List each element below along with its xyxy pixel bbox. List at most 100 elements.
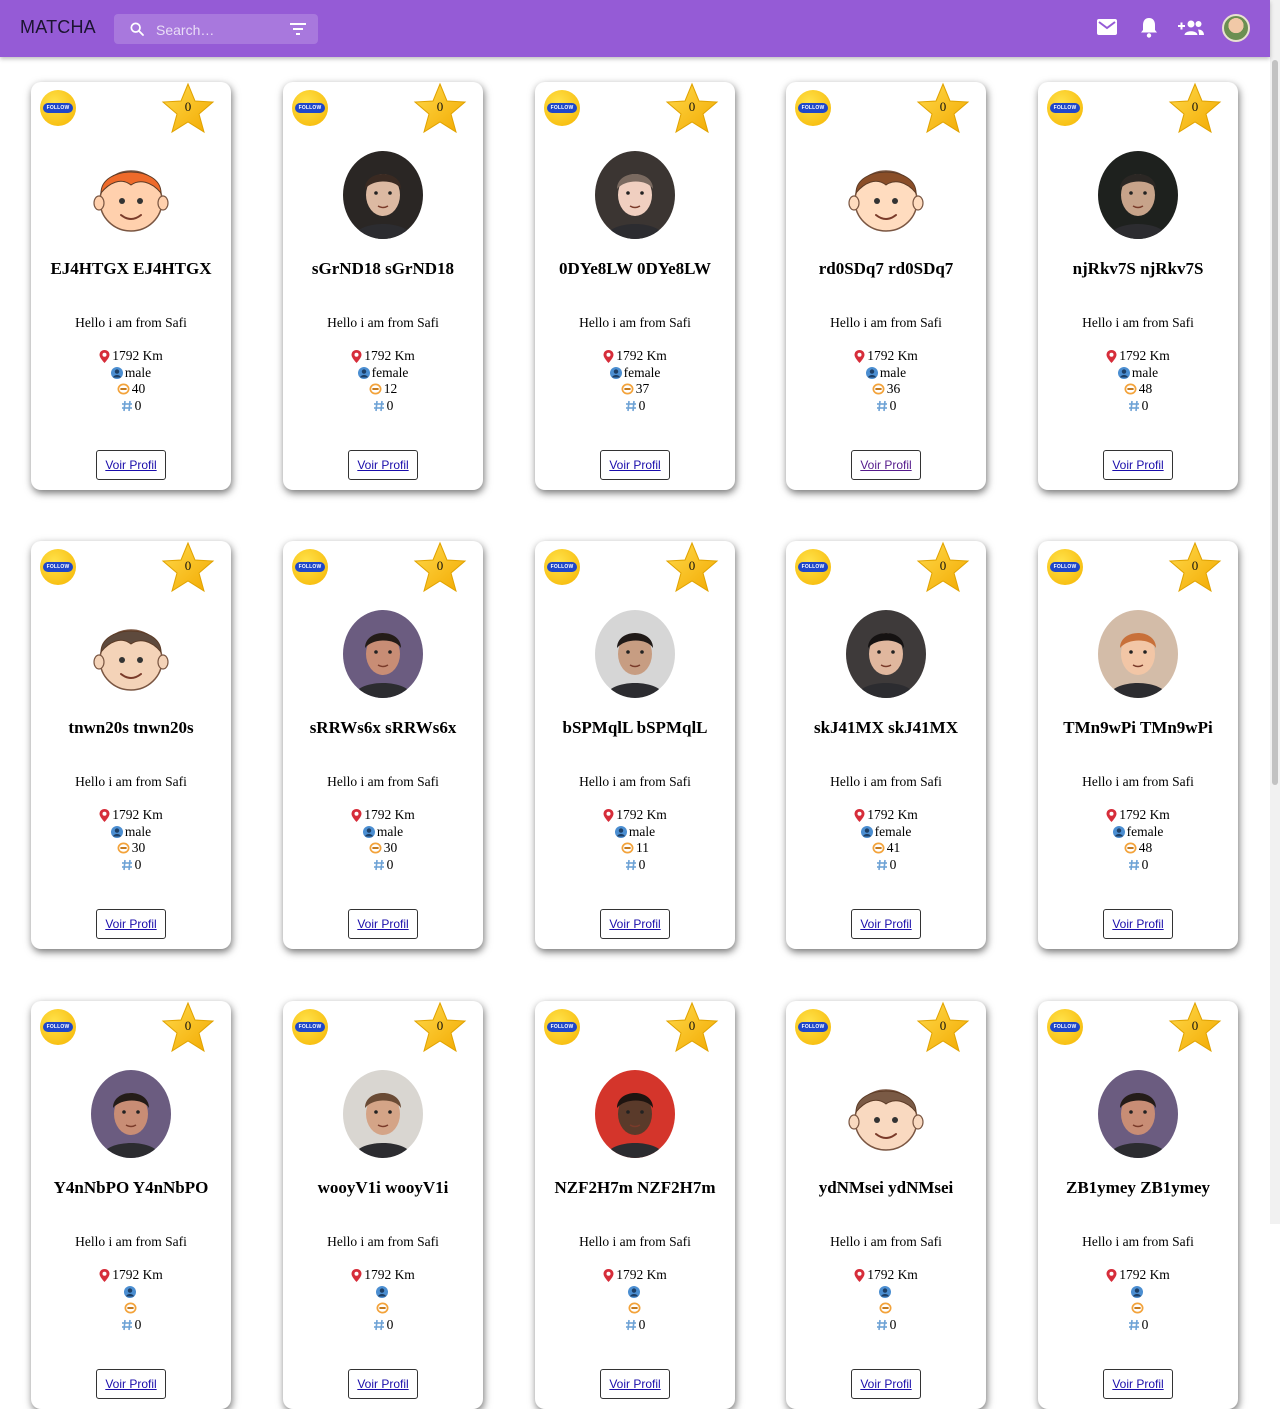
follow-button[interactable]: FOLLOW <box>795 1009 831 1045</box>
rating-star: 0 <box>413 82 467 136</box>
group-add-icon[interactable] <box>1178 19 1204 35</box>
age-badge-icon <box>621 383 634 395</box>
bio-text: Hello i am from Safi <box>830 315 942 330</box>
follow-label: FOLLOW <box>797 103 829 113</box>
person-icon <box>1117 366 1130 379</box>
follow-button[interactable]: FOLLOW <box>40 549 76 585</box>
distance-row: 1792 Km <box>31 348 231 365</box>
view-profile-button[interactable]: Voir Profil <box>851 909 921 939</box>
follow-label: FOLLOW <box>546 562 578 572</box>
profile-info: 1792 Km 0 <box>283 1267 483 1333</box>
username: Y4nNbPO Y4nNbPO <box>53 1178 209 1197</box>
follow-button[interactable]: FOLLOW <box>292 90 328 126</box>
view-profile-button[interactable]: Voir Profil <box>851 450 921 480</box>
age-row: 40 <box>31 381 231 398</box>
gender-text: female <box>1126 823 1164 839</box>
rating-star: 0 <box>1168 541 1222 595</box>
distance-text: 1792 Km <box>364 348 415 363</box>
profile-info: 1792 Km female 37 0 <box>535 348 735 414</box>
distance-text: 1792 Km <box>364 807 415 822</box>
profile-card: FOLLOW 0 njRkv7S njRkv7S Hello i am from… <box>1038 82 1238 490</box>
bio-text: Hello i am from Safi <box>327 774 439 789</box>
distance-row: 1792 Km <box>786 807 986 824</box>
profile-info: 1792 Km 0 <box>786 1267 986 1333</box>
view-profile-button[interactable]: Voir Profil <box>96 450 166 480</box>
follow-button[interactable]: FOLLOW <box>292 1009 328 1045</box>
avatar <box>1098 610 1178 698</box>
follow-button[interactable]: FOLLOW <box>795 90 831 126</box>
user-avatar[interactable] <box>1222 14 1250 42</box>
rating-star: 0 <box>665 1001 719 1055</box>
view-profile-button[interactable]: Voir Profil <box>600 909 670 939</box>
view-profile-button[interactable]: Voir Profil <box>600 450 670 480</box>
profile-info: 1792 Km female 41 0 <box>786 807 986 873</box>
gender-row <box>1038 1284 1238 1301</box>
tags-count: 0 <box>134 1316 142 1332</box>
rating-star: 0 <box>1168 82 1222 136</box>
gender-row: male <box>31 824 231 841</box>
star-count: 0 <box>436 1018 444 1033</box>
view-profile-button[interactable]: Voir Profil <box>96 1369 166 1399</box>
notifications-icon[interactable] <box>1140 17 1158 38</box>
profile-card: FOLLOW 0 ZB1ymey ZB1ymey Hello i am from… <box>1038 1001 1238 1409</box>
avatar <box>91 1070 171 1158</box>
view-profile-button[interactable]: Voir Profil <box>96 909 166 939</box>
star-count: 0 <box>436 558 444 573</box>
gender-row: male <box>535 824 735 841</box>
view-profile-button[interactable]: Voir Profil <box>348 909 418 939</box>
profile-info: 1792 Km 0 <box>535 1267 735 1333</box>
follow-button[interactable]: FOLLOW <box>544 90 580 126</box>
avatar <box>343 610 423 698</box>
view-profile-button[interactable]: Voir Profil <box>851 1369 921 1399</box>
filter-icon[interactable] <box>290 22 306 36</box>
distance-row: 1792 Km <box>283 807 483 824</box>
location-pin-icon <box>854 1268 865 1282</box>
profile-info: 1792 Km female 48 0 <box>1038 807 1238 873</box>
follow-label: FOLLOW <box>42 103 74 113</box>
view-profile-button[interactable]: Voir Profil <box>1103 1369 1173 1399</box>
search-bar[interactable] <box>114 14 318 44</box>
person-icon <box>1131 1285 1143 1298</box>
follow-button[interactable]: FOLLOW <box>40 90 76 126</box>
rating-star: 0 <box>916 541 970 595</box>
age-badge-icon <box>872 383 885 395</box>
age-row <box>535 1300 735 1317</box>
view-profile-button[interactable]: Voir Profil <box>348 450 418 480</box>
follow-button[interactable]: FOLLOW <box>544 1009 580 1045</box>
distance-row: 1792 Km <box>31 807 231 824</box>
age-text: 30 <box>383 840 398 855</box>
follow-button[interactable]: FOLLOW <box>1047 1009 1083 1045</box>
app-title: MATCHA <box>20 17 96 37</box>
follow-button[interactable]: FOLLOW <box>1047 90 1083 126</box>
follow-button[interactable]: FOLLOW <box>40 1009 76 1045</box>
follow-button[interactable]: FOLLOW <box>1047 549 1083 585</box>
follow-label: FOLLOW <box>546 103 578 113</box>
view-profile-button[interactable]: Voir Profil <box>348 1369 418 1399</box>
gender-row <box>535 1284 735 1301</box>
follow-button[interactable]: FOLLOW <box>544 549 580 585</box>
rating-star: 0 <box>916 82 970 136</box>
tags-count: 0 <box>638 856 646 872</box>
view-profile-button[interactable]: Voir Profil <box>1103 450 1173 480</box>
age-text: 36 <box>886 381 901 396</box>
age-row <box>786 1300 986 1317</box>
search-input[interactable] <box>154 18 288 42</box>
scrollbar[interactable] <box>1270 0 1280 1224</box>
age-text: 40 <box>131 381 146 396</box>
view-profile-button[interactable]: Voir Profil <box>1103 909 1173 939</box>
gender-row <box>283 1284 483 1301</box>
scrollbar-thumb[interactable] <box>1272 60 1278 785</box>
age-row: 48 <box>1038 840 1238 857</box>
tags-row: 0 <box>283 1317 483 1334</box>
view-profile-button[interactable]: Voir Profil <box>600 1369 670 1399</box>
follow-button[interactable]: FOLLOW <box>795 549 831 585</box>
follow-button[interactable]: FOLLOW <box>292 549 328 585</box>
mail-icon[interactable] <box>1097 19 1117 35</box>
distance-row: 1792 Km <box>1038 348 1238 365</box>
bio-text: Hello i am from Safi <box>1082 774 1194 789</box>
hashtag-icon <box>1128 859 1139 870</box>
person-icon <box>860 825 873 838</box>
tags-row: 0 <box>283 857 483 874</box>
username: tnwn20s tnwn20s <box>68 718 194 737</box>
age-row: 48 <box>1038 381 1238 398</box>
